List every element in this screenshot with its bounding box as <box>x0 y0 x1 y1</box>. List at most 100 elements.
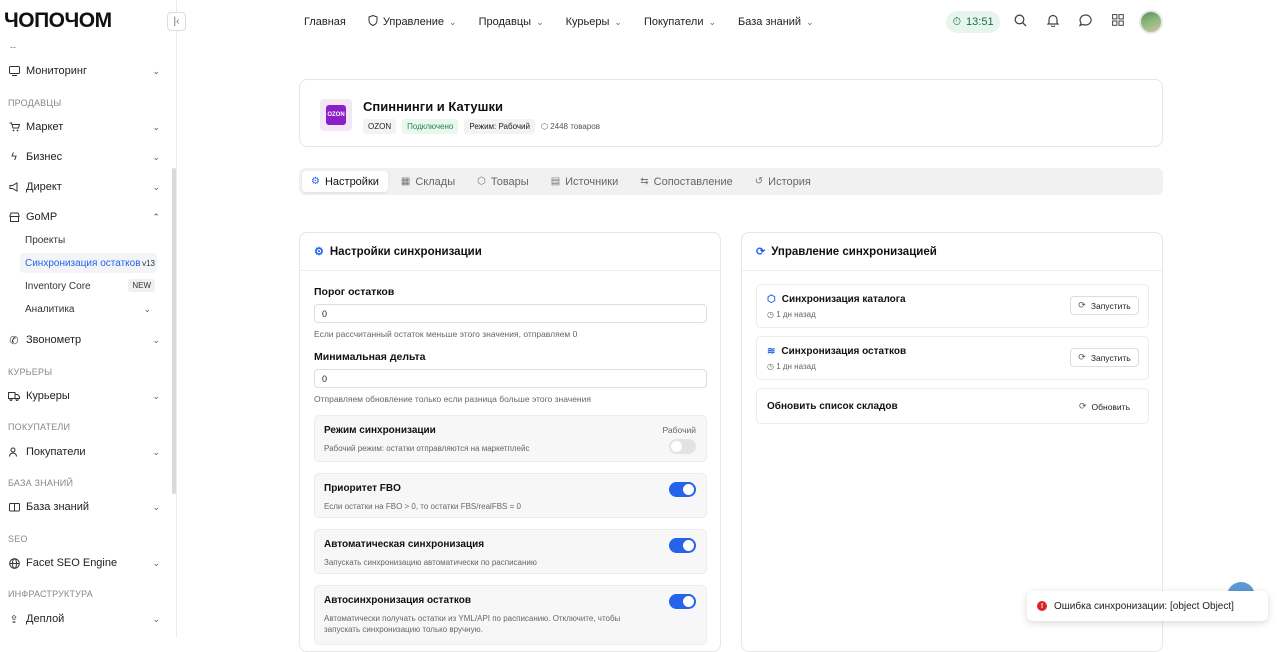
tab-history[interactable]: ↺ История <box>746 171 820 192</box>
threshold-help: Если рассчитанный остаток меньше этого з… <box>314 329 578 339</box>
refresh-icon: ⟳ <box>756 246 766 258</box>
sidebar-subitem-analytics[interactable]: Аналитика ⌄ <box>25 304 153 315</box>
auto-stock-sync-row: Автосинхронизация остатков Автоматически… <box>314 585 707 645</box>
search-icon[interactable] <box>1014 14 1027 30</box>
gear-icon: ⚙ <box>311 176 320 187</box>
timer-badge[interactable]: ⏱ 13:51 <box>946 11 1000 33</box>
catalog-sync-time: ◷ 1 дн назад <box>767 310 816 319</box>
row-title: Синхронизация каталога <box>781 294 906 305</box>
auto-stock-sync-toggle[interactable] <box>669 594 696 609</box>
globe-icon <box>8 557 20 569</box>
auto-stock-sync-title: Автосинхронизация остатков <box>324 595 472 606</box>
nav-home[interactable]: Главная <box>304 16 346 28</box>
tabs-bar: ⚙ Настройки ▦ Склады ⬡ Товары ▤ Источники ⇆ С… <box>299 168 1163 195</box>
lightning-icon: ϟ <box>11 151 17 163</box>
sidebar-label: Бизнес <box>26 151 63 163</box>
sidebar-item-monitoring[interactable]: Мониторинг ⌄ <box>8 60 160 82</box>
catalog-sync-row: ⬡ Синхронизация каталога ◷ 1 дн назад ⟳ За… <box>756 284 1149 328</box>
refresh-icon: ⟳ <box>1078 300 1086 310</box>
collapse-sidebar-button[interactable]: |‹ <box>167 12 186 31</box>
chevron-down-icon: ⌄ <box>143 304 151 314</box>
app-logo[interactable]: ЧОПОЧОМ <box>4 9 112 33</box>
threshold-input[interactable]: 0 <box>314 304 707 323</box>
top-navigation: Главная Управление ⌄ Продавцы ⌄ Курьеры ⌄ П… <box>304 0 836 44</box>
run-catalog-sync-button[interactable]: ⟳ Запустить <box>1070 296 1139 315</box>
tab-warehouses[interactable]: ▦ Склады <box>392 171 464 192</box>
tab-settings[interactable]: ⚙ Настройки <box>302 171 388 192</box>
sidebar-item-gomp[interactable]: GoMP ⌃ <box>8 206 160 228</box>
chevron-down-icon: ⌄ <box>152 65 160 76</box>
product-count-text: 2448 товаров <box>550 122 600 131</box>
ozon-logo-text: OZON <box>326 105 346 125</box>
chevron-down-icon: ⌄ <box>708 16 717 27</box>
auto-sync-row: Автоматическая синхронизация Запускать с… <box>314 529 707 574</box>
tab-products[interactable]: ⬡ Товары <box>468 171 538 192</box>
version-badge: v13 <box>142 258 155 268</box>
nav-couriers[interactable]: Курьеры ⌄ <box>566 16 622 28</box>
box-icon: ⬡ <box>540 122 551 131</box>
nav-buyers[interactable]: Покупатели ⌄ <box>644 16 716 28</box>
user-avatar[interactable] <box>1139 10 1163 34</box>
nav-manage[interactable]: Управление ⌄ <box>368 14 457 29</box>
chevron-down-icon: ⌄ <box>152 613 160 624</box>
sync-mode-toggle[interactable] <box>669 439 696 454</box>
refresh-icon: ⟳ <box>1078 401 1087 411</box>
row-title: Синхронизация остатков <box>781 346 907 357</box>
sidebar-item-market[interactable]: Маркет ⌄ <box>8 116 160 138</box>
run-stock-sync-button[interactable]: ⟳ Запустить <box>1070 348 1139 367</box>
delta-help: Отправляем обновление только если разниц… <box>314 394 591 404</box>
chevron-down-icon: ⌄ <box>152 151 160 162</box>
sidebar-item-seo[interactable]: Facet SEO Engine ⌄ <box>8 552 160 574</box>
sidebar-subitem-sync[interactable]: Синхронизация остатков v13 <box>20 253 157 273</box>
sidebar-item-direct[interactable]: Директ ⌄ <box>8 176 160 198</box>
shop-tags: OZON Подключено Режим: Рабочий ⬡ 2448 то… <box>363 119 600 134</box>
nav-kb[interactable]: База знаний ⌄ <box>738 16 814 28</box>
error-toast[interactable]: ! Ошибка синхронизации: [object Object] <box>1027 591 1268 621</box>
nav-label: Продавцы <box>478 16 532 28</box>
apps-grid-icon[interactable] <box>1112 14 1124 29</box>
new-badge: NEW <box>128 279 155 292</box>
phone-icon: ✆ <box>9 334 19 347</box>
delta-input[interactable]: 0 <box>314 369 707 388</box>
auto-sync-desc: Запускать синхронизацию автоматически по… <box>324 558 537 567</box>
refresh-warehouses-button[interactable]: ⟳ Обновить <box>1070 397 1139 416</box>
sync-mode-desc: Рабочий режим: остатки отправляются на м… <box>324 444 530 453</box>
history-icon: ↺ <box>754 176 764 187</box>
product-count: ⬡ 2448 товаров <box>541 122 600 131</box>
chevron-down-icon: ⌄ <box>152 334 160 345</box>
sidebar-label: Деплой <box>26 613 65 625</box>
sidebar-section-couriers: КУРЬЕРЫ <box>8 367 53 377</box>
sidebar-item-deploy[interactable]: ⇪ Деплой ⌄ <box>8 608 160 630</box>
tab-matching[interactable]: ⇆ Сопоставление <box>631 171 742 192</box>
sidebar-label: Маркет <box>26 121 64 133</box>
sidebar-item-zvonometr[interactable]: ✆ Звонометр ⌄ <box>8 329 160 351</box>
bell-icon[interactable] <box>1046 14 1060 30</box>
button-label: Запустить <box>1090 300 1131 311</box>
sidebar-section-sellers: ПРОДАВЦЫ <box>8 98 62 108</box>
button-label: Обновить <box>1091 401 1131 412</box>
chevron-down-icon: ⌄ <box>152 557 160 568</box>
sidebar-subitem-inventory[interactable]: Inventory Core NEW <box>25 279 157 292</box>
card-header: ⟳ Управление синхронизацией <box>742 233 1162 271</box>
catalog-sync-title: ⬡ Синхронизация каталога <box>767 294 906 305</box>
book-icon <box>8 501 20 513</box>
row-time: 1 дн назад <box>776 362 816 371</box>
nav-sellers[interactable]: Продавцы ⌄ <box>479 16 544 28</box>
sidebar-item-buyers[interactable]: Покупатели ⌄ <box>8 441 160 463</box>
sidebar-item-couriers[interactable]: Курьеры ⌄ <box>8 385 160 407</box>
fbo-priority-toggle[interactable] <box>669 482 696 497</box>
sidebar-item-kb[interactable]: База знаний ⌄ <box>8 496 160 518</box>
tab-sources[interactable]: ▤ Источники <box>542 171 628 192</box>
sidebar-label: GoMP <box>26 211 58 223</box>
chevron-down-icon: ⌄ <box>449 16 457 27</box>
auto-sync-toggle[interactable] <box>669 538 696 553</box>
sidebar-scrollbar[interactable] <box>172 168 176 494</box>
chevron-down-icon: ⌄ <box>152 501 160 512</box>
sidebar-label: Директ <box>26 181 62 193</box>
shield-icon <box>368 14 378 29</box>
sidebar-subitem-projects[interactable]: Проекты <box>25 235 65 246</box>
chevron-down-icon: ⌄ <box>152 121 160 132</box>
gear-icon: ⚙ <box>314 246 324 258</box>
chat-icon[interactable] <box>1078 14 1092 30</box>
sidebar-item-business[interactable]: ϟ Бизнес ⌄ <box>8 146 160 168</box>
